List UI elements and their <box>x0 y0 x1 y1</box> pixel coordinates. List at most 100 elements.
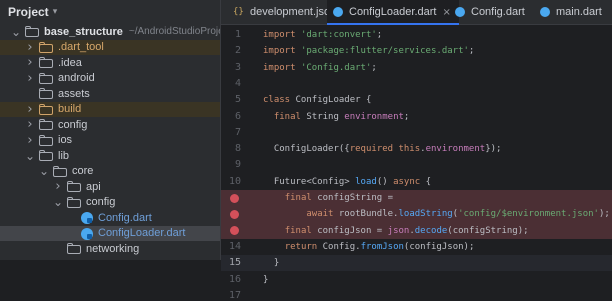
code-line[interactable]: final String environment; <box>263 110 409 124</box>
tree-item[interactable]: ConfigLoader.dart <box>0 225 220 241</box>
code-token: decode <box>414 225 448 236</box>
code-line[interactable]: await rootBundle.loadString('config/$env… <box>263 207 609 221</box>
dart-file-icon <box>81 212 93 225</box>
tree-item[interactable]: › .idea <box>0 55 220 71</box>
tree-item-label: .dart_tool <box>58 41 104 54</box>
code-token: Future<Config> <box>263 176 356 187</box>
code-token: Config. <box>322 241 361 252</box>
chevron-right-icon[interactable]: › <box>24 117 36 132</box>
code-token: load <box>355 176 377 187</box>
code-token: final <box>284 193 318 203</box>
dart-icon <box>540 7 550 17</box>
tab-config-dart[interactable]: Config.dart <box>449 0 533 24</box>
code-token: { <box>420 176 432 187</box>
line-number[interactable]: 3 <box>221 62 241 73</box>
tree-item[interactable]: networking <box>0 241 220 257</box>
tree-item-label: .idea <box>58 56 82 69</box>
folder-icon <box>39 134 53 146</box>
line-number[interactable]: 10 <box>221 176 241 187</box>
code-line[interactable]: } <box>263 273 268 287</box>
tab-configloader-dart[interactable]: ConfigLoader.dart × <box>327 0 459 25</box>
line-number[interactable]: 4 <box>221 78 241 89</box>
line-number[interactable]: 1 <box>221 29 241 40</box>
tree-item[interactable]: › config <box>0 117 220 133</box>
code-line[interactable]: import 'dart:convert'; <box>263 28 388 42</box>
tree-item-label: android <box>58 72 95 85</box>
folder-icon <box>39 150 53 162</box>
line-number[interactable]: 7 <box>221 127 241 138</box>
line-number[interactable]: 9 <box>221 159 241 170</box>
tree-item-label: config <box>58 118 88 131</box>
code-token: 'config/$environment.json' <box>458 209 599 220</box>
code-token: ; <box>468 46 475 57</box>
folder-icon <box>39 41 53 53</box>
code-token: async <box>393 176 421 187</box>
tab-main-dart[interactable]: main.dart <box>534 0 610 24</box>
code-token: String <box>306 111 345 122</box>
chevron-right-icon[interactable]: › <box>24 102 36 117</box>
chevron-down-icon[interactable]: ⌄ <box>38 165 50 177</box>
code-line[interactable]: import 'Config.dart'; <box>263 61 377 75</box>
code-token: rootBundle. <box>338 209 399 220</box>
code-line[interactable]: } <box>263 256 279 270</box>
line-number[interactable]: 6 <box>221 111 241 122</box>
code-editor[interactable]: 1 import 'dart:convert'; 2 import 'package… <box>221 25 612 301</box>
tab-label: development.json <box>250 6 337 18</box>
line-number[interactable]: 8 <box>221 143 241 154</box>
code-token: 'Config.dart' <box>300 62 372 73</box>
tree-item[interactable]: › ios <box>0 133 220 149</box>
code-token: ; <box>376 30 388 40</box>
folder-icon <box>39 103 53 115</box>
tree-item[interactable]: ⌄ config <box>0 195 220 211</box>
code-line[interactable]: final configString = <box>263 191 393 205</box>
line-number[interactable]: 17 <box>221 290 241 301</box>
code-line[interactable]: final configJson = json.decode(configStr… <box>263 224 529 238</box>
breakpoint-icon[interactable] <box>230 193 239 203</box>
code-line[interactable]: return Config.fromJson(configJson); <box>263 240 475 254</box>
chevron-down-icon[interactable]: ▾ <box>53 7 58 17</box>
chevron-right-icon[interactable]: › <box>24 40 36 55</box>
tree-item[interactable]: › api <box>0 179 220 195</box>
tree-item[interactable]: › .dart_tool <box>0 39 220 55</box>
breakpoint-icon[interactable] <box>230 209 239 219</box>
tree-item-label: assets <box>58 87 90 100</box>
line-number[interactable]: 2 <box>221 45 241 56</box>
code-token: ConfigLoader { <box>295 95 372 106</box>
folder-icon <box>39 57 53 69</box>
chevron-down-icon[interactable]: ⌄ <box>10 26 22 38</box>
tree-item[interactable]: ⌄ lib <box>0 148 220 164</box>
project-header[interactable]: Project ▾ <box>0 0 220 24</box>
tree-item[interactable]: › build <box>0 101 220 117</box>
code-token: return <box>284 241 323 252</box>
code-line[interactable]: Future<Config> load() async { <box>263 175 431 189</box>
tree-item-label: build <box>58 103 82 116</box>
line-number[interactable]: 15 <box>221 257 241 268</box>
chevron-down-icon[interactable]: ⌄ <box>52 196 64 208</box>
tree-item[interactable]: assets <box>0 86 220 102</box>
line-number[interactable]: 14 <box>221 241 241 252</box>
code-token: class <box>263 95 296 106</box>
chevron-right-icon[interactable]: › <box>52 179 64 194</box>
tree-item[interactable]: › android <box>0 71 220 87</box>
tree-item-label: lib <box>58 149 70 162</box>
chevron-right-icon[interactable]: › <box>24 55 36 70</box>
chevron-down-icon[interactable]: ⌄ <box>24 150 36 162</box>
folder-icon <box>67 243 81 255</box>
code-token: required this <box>349 144 421 155</box>
tree-item-label: ios <box>58 134 73 147</box>
tree-item[interactable]: ⌄ base_structure ~/AndroidStudioProjects/b… <box>0 24 220 40</box>
tree-item-label: core <box>72 165 94 178</box>
code-line[interactable]: ConfigLoader({required this.environment}… <box>263 142 502 156</box>
tree-item[interactable]: ⌄ core <box>0 164 220 180</box>
editor-tabs: {} development.json ConfigLoader.dart × Conf… <box>221 0 612 25</box>
chevron-right-icon[interactable]: › <box>24 133 36 148</box>
code-line[interactable]: class ConfigLoader { <box>263 93 371 107</box>
tree-item[interactable]: Config.dart <box>0 210 220 226</box>
chevron-right-icon[interactable]: › <box>24 71 36 86</box>
code-token: final <box>284 225 318 236</box>
folder-icon <box>67 181 81 193</box>
folder-icon <box>39 72 53 84</box>
code-line[interactable]: import 'package:flutter/services.dart'; <box>263 44 474 58</box>
line-number[interactable]: 16 <box>221 274 241 285</box>
line-number[interactable]: 5 <box>221 94 241 105</box>
